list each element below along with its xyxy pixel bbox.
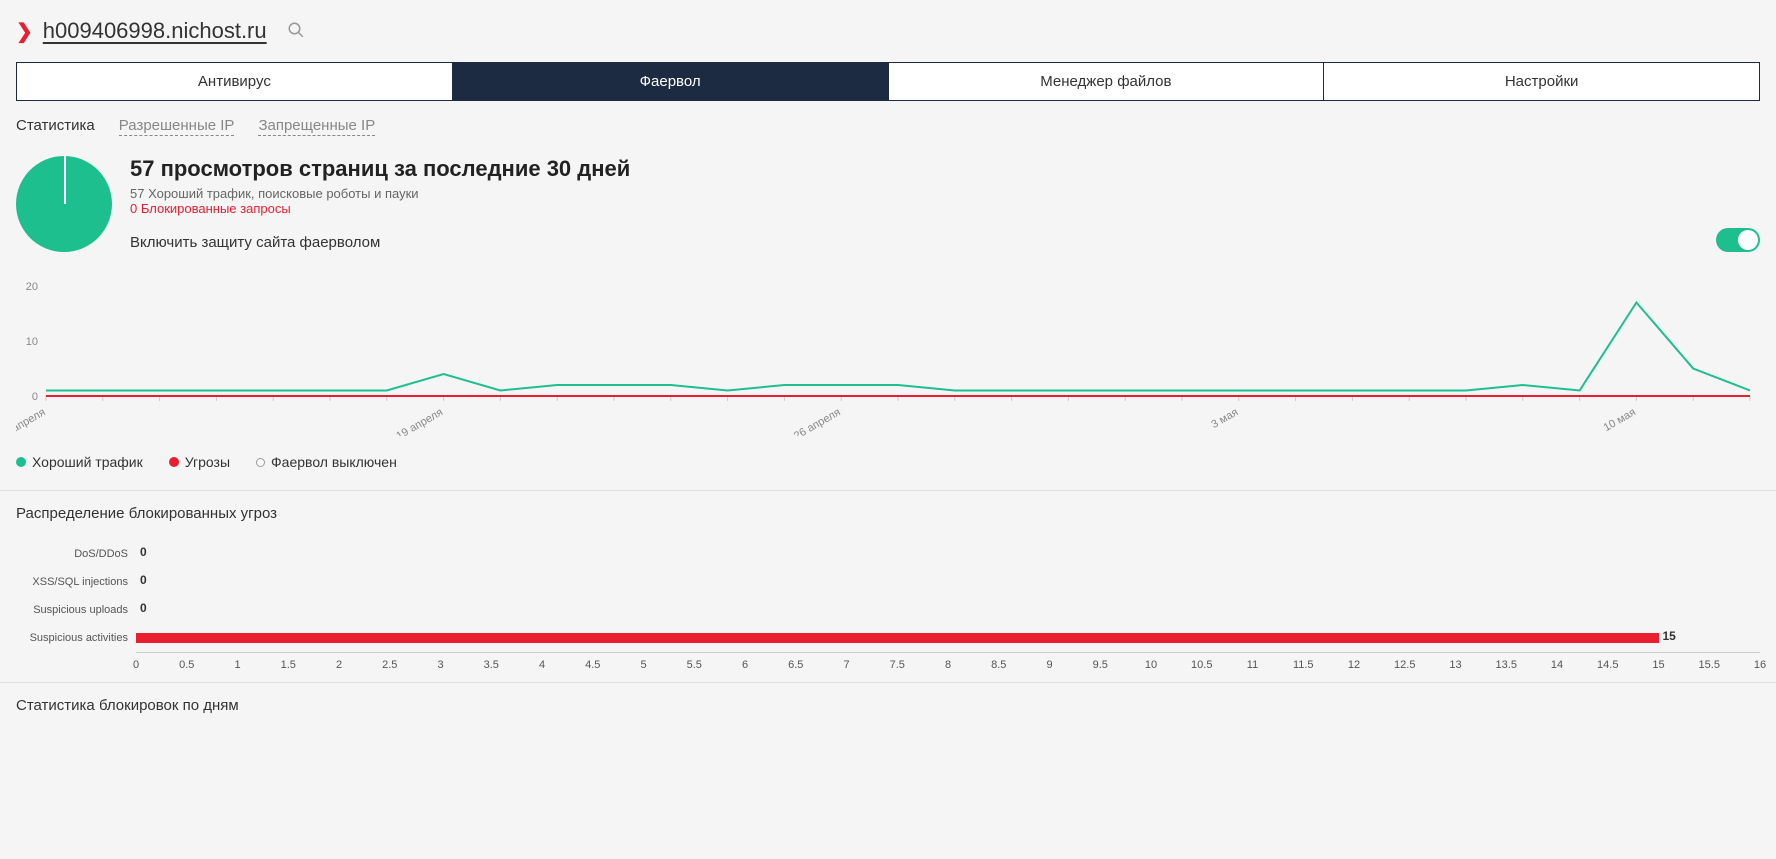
xaxis-tick: 4 <box>539 659 545 671</box>
xaxis-tick: 1.5 <box>281 659 296 671</box>
legend-good: Хороший трафик <box>16 454 143 470</box>
site-title[interactable]: h009406998.nichost.ru <box>43 18 267 44</box>
dot-red-icon <box>169 457 179 467</box>
xaxis-tick: 13.5 <box>1496 659 1517 671</box>
svg-text:19 апреля: 19 апреля <box>394 406 445 436</box>
legend-threats-label: Угрозы <box>185 454 230 470</box>
summary-good-traffic: 57 Хороший трафик, поисковые роботы и па… <box>130 186 630 201</box>
xaxis-tick: 0.5 <box>179 659 194 671</box>
legend-threats: Угрозы <box>169 454 230 470</box>
xaxis-tick: 15 <box>1652 659 1664 671</box>
svg-text:3 мая: 3 мая <box>1209 406 1240 431</box>
threat-label: XSS/SQL injections <box>16 576 136 588</box>
xaxis-tick: 15.5 <box>1699 659 1720 671</box>
xaxis-tick: 6 <box>742 659 748 671</box>
xaxis-tick: 11.5 <box>1293 659 1314 671</box>
xaxis-tick: 12.5 <box>1394 659 1415 671</box>
threat-label: Suspicious activities <box>16 632 136 644</box>
threat-bar <box>136 633 1659 643</box>
svg-text:20: 20 <box>26 281 38 293</box>
main-tab-0[interactable]: Антивирус <box>17 63 453 100</box>
svg-text:10 мая: 10 мая <box>1602 406 1638 434</box>
xaxis-tick: 3.5 <box>484 659 499 671</box>
firewall-toggle[interactable] <box>1716 228 1760 252</box>
sub-tab-1[interactable]: Разрешенные IP <box>119 117 235 136</box>
xaxis-tick: 0 <box>133 659 139 671</box>
xaxis-tick: 8.5 <box>991 659 1006 671</box>
xaxis-tick: 7.5 <box>890 659 905 671</box>
section-threats-title: Распределение блокированных угроз <box>0 490 1776 536</box>
threat-value: 0 <box>140 545 147 559</box>
xaxis-tick: 9 <box>1046 659 1052 671</box>
main-tab-3[interactable]: Настройки <box>1324 63 1759 100</box>
threat-row: Suspicious uploads 0 <box>16 596 1760 624</box>
sub-tab-2[interactable]: Запрещенные IP <box>258 117 375 136</box>
xaxis-tick: 14 <box>1551 659 1563 671</box>
xaxis-tick: 6.5 <box>788 659 803 671</box>
dot-green-icon <box>16 457 26 467</box>
threat-row: DoS/DDoS 0 <box>16 540 1760 568</box>
traffic-chart: 0 10 20 12 апреля 19 апреля 26 апреля 3 мая 10 … <box>16 276 1760 436</box>
main-tab-1[interactable]: Фаервол <box>453 63 889 100</box>
protect-label: Включить защиту сайта фаерволом <box>130 234 630 251</box>
threat-label: Suspicious uploads <box>16 604 136 616</box>
xaxis-tick: 12 <box>1348 659 1360 671</box>
summary-text: 57 просмотров страниц за последние 30 дн… <box>130 156 630 251</box>
legend-off-label: Фаервол выключен <box>271 454 397 470</box>
xaxis-tick: 2 <box>336 659 342 671</box>
xaxis-tick: 10.5 <box>1191 659 1212 671</box>
threat-label: DoS/DDoS <box>16 548 136 560</box>
section-daily-title: Статистика блокировок по дням <box>0 682 1776 728</box>
xaxis-tick: 9.5 <box>1093 659 1108 671</box>
svg-text:26 апреля: 26 апреля <box>792 406 843 436</box>
summary-blocked: 0 Блокированные запросы <box>130 201 630 216</box>
xaxis-tick: 14.5 <box>1597 659 1618 671</box>
threat-bar-wrap: 0 <box>136 602 1760 618</box>
xaxis-tick: 5 <box>640 659 646 671</box>
main-tabs: АнтивирусФаерволМенеджер файловНастройки <box>16 62 1760 101</box>
legend-off: Фаервол выключен <box>256 454 397 470</box>
xaxis-tick: 13 <box>1449 659 1461 671</box>
xaxis-tick: 11 <box>1247 659 1258 671</box>
xaxis-tick: 3 <box>437 659 443 671</box>
xaxis-tick: 1 <box>234 659 240 671</box>
threat-row: XSS/SQL injections 0 <box>16 568 1760 596</box>
threat-bar-wrap: 0 <box>136 546 1760 562</box>
svg-text:12 апреля: 12 апреля <box>16 406 48 436</box>
xaxis-tick: 4.5 <box>585 659 600 671</box>
xaxis-tick: 10 <box>1145 659 1157 671</box>
search-icon[interactable] <box>287 21 305 42</box>
xaxis-tick: 2.5 <box>382 659 397 671</box>
svg-text:10: 10 <box>26 336 38 348</box>
threats-bar-chart: DoS/DDoS0XSS/SQL injections0Suspicious u… <box>16 540 1760 676</box>
main-tab-2[interactable]: Менеджер файлов <box>889 63 1325 100</box>
threat-value: 0 <box>140 601 147 615</box>
pie-chart <box>16 156 112 252</box>
sub-tabs: Статистика Разрешенные IP Запрещенные IP <box>0 117 1776 146</box>
summary-heading: 57 просмотров страниц за последние 30 дн… <box>130 156 630 182</box>
xaxis-tick: 16 <box>1754 659 1766 671</box>
legend-good-label: Хороший трафик <box>32 454 143 470</box>
threat-value: 15 <box>1663 629 1676 643</box>
xaxis-tick: 8 <box>945 659 951 671</box>
sub-tab-0[interactable]: Статистика <box>16 117 95 136</box>
svg-text:0: 0 <box>32 391 38 403</box>
xaxis-tick: 5.5 <box>687 659 702 671</box>
chevron-right-icon: ❯ <box>16 19 33 44</box>
chart-legend: Хороший трафик Угрозы Фаервол выключен <box>0 446 1776 490</box>
header: ❯ h009406998.nichost.ru <box>0 0 1776 62</box>
threat-row: Suspicious activities 15 <box>16 624 1760 652</box>
threat-bar-wrap: 15 <box>136 630 1760 646</box>
threat-value: 0 <box>140 573 147 587</box>
summary: 57 просмотров страниц за последние 30 дн… <box>0 146 1776 252</box>
dot-hollow-icon <box>256 458 265 467</box>
threat-bar-wrap: 0 <box>136 574 1760 590</box>
xaxis-tick: 7 <box>843 659 849 671</box>
